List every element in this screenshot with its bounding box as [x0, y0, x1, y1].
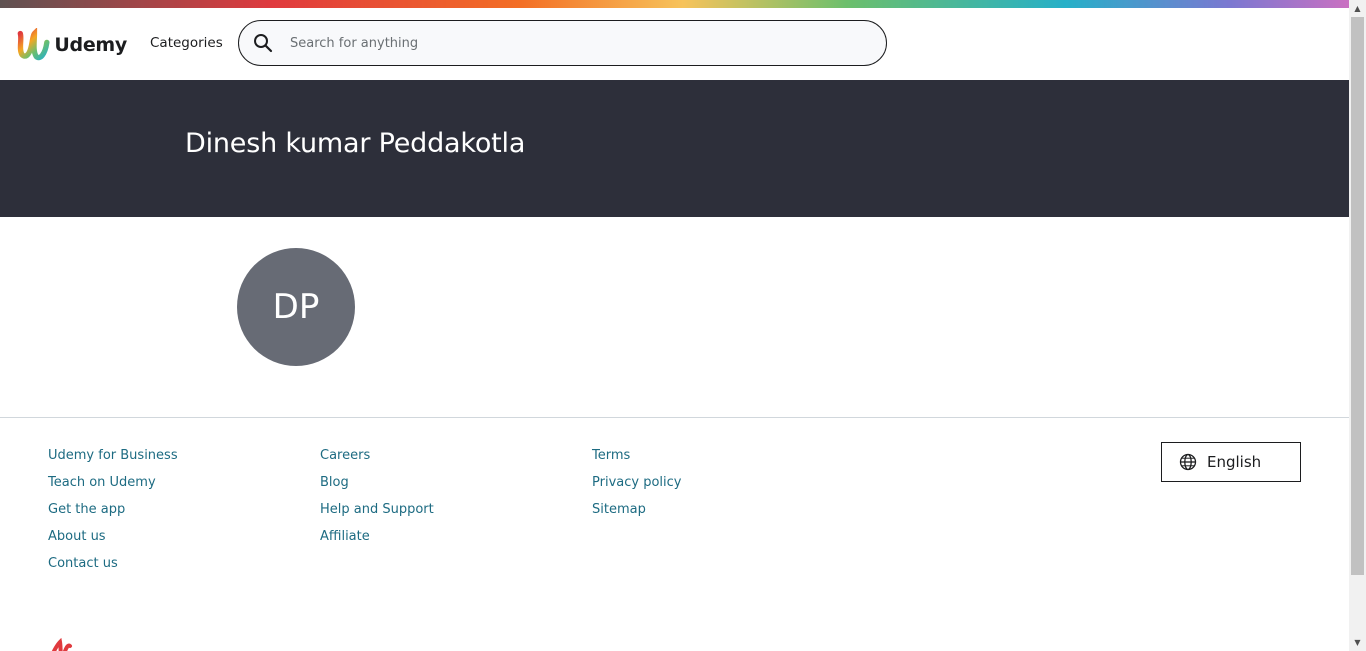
footer-link-about-us[interactable]: About us [48, 526, 178, 553]
avatar-initials: DP [272, 287, 320, 327]
top-header: Udemy Categories [0, 8, 1349, 80]
avatar: DP [237, 248, 355, 366]
footer-link-teach-on-udemy[interactable]: Teach on Udemy [48, 472, 178, 499]
language-button[interactable]: English [1161, 442, 1301, 482]
categories-menu[interactable]: Categories [150, 35, 223, 51]
footer-link-help-and-support[interactable]: Help and Support [320, 499, 434, 526]
logo-text: Udemy [54, 34, 127, 56]
udemy-logo-icon [17, 28, 50, 61]
search-icon[interactable] [253, 33, 273, 53]
udemy-logo[interactable]: Udemy [15, 28, 127, 62]
scrollbar-thumb[interactable] [1351, 17, 1364, 575]
language-label: English [1207, 453, 1262, 471]
search-bar [238, 20, 887, 66]
footer-column-3: Terms Privacy policy Sitemap [592, 445, 681, 526]
vertical-scrollbar[interactable]: ▲ ▼ [1349, 0, 1366, 651]
footer-link-blog[interactable]: Blog [320, 472, 434, 499]
page-content: Udemy Categories Dinesh kumar Peddakotla… [0, 0, 1349, 651]
footer-column-1: Udemy for Business Teach on Udemy Get th… [48, 445, 178, 580]
footer-link-careers[interactable]: Careers [320, 445, 434, 472]
footer-logo-icon [51, 638, 72, 651]
scroll-up-arrow-icon[interactable]: ▲ [1349, 0, 1366, 17]
footer-link-udemy-for-business[interactable]: Udemy for Business [48, 445, 178, 472]
globe-icon [1179, 453, 1197, 471]
profile-name: Dinesh kumar Peddakotla [185, 128, 526, 159]
footer-link-contact-us[interactable]: Contact us [48, 553, 178, 580]
footer-link-get-the-app[interactable]: Get the app [48, 499, 178, 526]
search-input[interactable] [290, 21, 860, 65]
footer-column-2: Careers Blog Help and Support Affiliate [320, 445, 434, 553]
profile-banner: Dinesh kumar Peddakotla [0, 80, 1349, 217]
footer-link-privacy-policy[interactable]: Privacy policy [592, 472, 681, 499]
footer-divider [0, 417, 1349, 418]
footer-link-terms[interactable]: Terms [592, 445, 681, 472]
top-color-strip [0, 0, 1366, 8]
page: Udemy Categories Dinesh kumar Peddakotla… [0, 0, 1366, 651]
footer-link-affiliate[interactable]: Affiliate [320, 526, 434, 553]
scroll-down-arrow-icon[interactable]: ▼ [1349, 634, 1366, 651]
footer-link-sitemap[interactable]: Sitemap [592, 499, 681, 526]
